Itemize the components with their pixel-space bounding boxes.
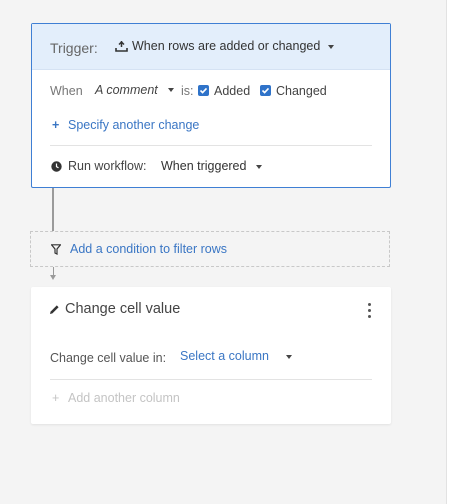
added-label: Added xyxy=(214,84,251,98)
changed-label: Changed xyxy=(276,84,327,98)
chevron-down-icon[interactable] xyxy=(286,355,292,359)
specify-label: Specify another change xyxy=(68,118,200,132)
change-in-label: Change cell value in: xyxy=(50,351,167,365)
divider xyxy=(50,379,372,380)
filter-condition-dropzone[interactable]: Add a condition to filter rows xyxy=(30,231,390,267)
added-checkbox[interactable] xyxy=(198,85,209,96)
action-card: Change cell value Change cell value in: … xyxy=(31,287,391,424)
chevron-down-icon[interactable] xyxy=(328,45,334,49)
row-add-icon xyxy=(115,40,128,52)
chevron-down-icon[interactable] xyxy=(168,88,174,92)
connector-line xyxy=(52,188,54,231)
arrow-down-icon xyxy=(50,275,56,280)
chevron-down-icon[interactable] xyxy=(256,165,262,169)
column-select[interactable]: A comment xyxy=(95,83,158,97)
add-filter-condition-link[interactable]: Add a condition to filter rows xyxy=(70,242,227,256)
divider xyxy=(50,145,372,146)
plus-icon: + xyxy=(52,391,60,405)
workflow-canvas: Trigger: When rows are added or changed … xyxy=(0,0,449,504)
plus-icon: + xyxy=(52,118,60,132)
changed-checkbox[interactable] xyxy=(260,85,271,96)
check-icon xyxy=(261,87,270,94)
specify-another-change-link[interactable]: + Specify another change xyxy=(52,118,199,132)
select-column-dropdown[interactable]: Select a column xyxy=(180,349,269,363)
pencil-icon xyxy=(50,305,59,314)
more-options-icon[interactable] xyxy=(368,303,372,319)
trigger-card: Trigger: When rows are added or changed … xyxy=(31,23,391,188)
clock-icon xyxy=(51,161,62,172)
trigger-type-select[interactable]: When rows are added or changed xyxy=(132,39,320,53)
is-label: is: xyxy=(181,84,194,98)
action-title: Change cell value xyxy=(65,301,181,317)
trigger-label: Trigger: xyxy=(50,40,98,56)
connector-line xyxy=(53,267,54,275)
add-another-column-link[interactable]: + Add another column xyxy=(52,391,180,405)
add-column-label: Add another column xyxy=(68,391,180,405)
filter-icon xyxy=(51,244,61,255)
check-icon xyxy=(199,87,208,94)
run-workflow-select[interactable]: When triggered xyxy=(161,159,246,173)
trigger-header: Trigger: When rows are added or changed xyxy=(32,24,390,70)
run-workflow-label: Run workflow: xyxy=(68,159,147,173)
when-label: When xyxy=(50,84,83,98)
